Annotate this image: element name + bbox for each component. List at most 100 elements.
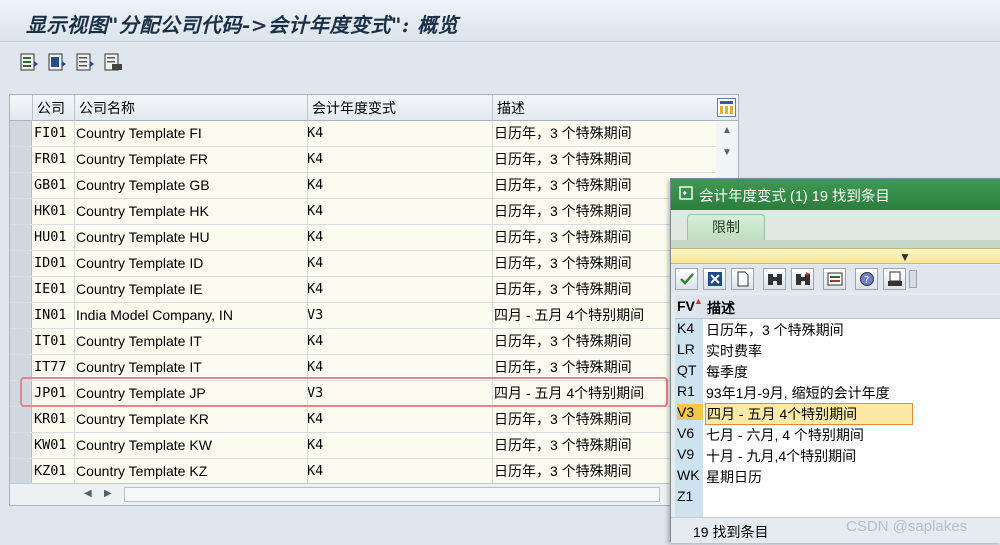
column-header-company[interactable]: 公司	[32, 95, 74, 121]
header-fv[interactable]: FV	[677, 298, 695, 314]
table-details-icon[interactable]	[18, 51, 40, 73]
cell-fiscal-year-variant[interactable]: K4	[307, 147, 489, 172]
list-item[interactable]: R1 93年1月-9月, 缩短的会计年度	[675, 382, 1000, 403]
list-item[interactable]: K4 日历年，3 个特殊期间	[675, 319, 1000, 340]
confirm-icon[interactable]	[675, 268, 698, 290]
cell-company-name: Country Template HK	[76, 203, 209, 219]
table-row[interactable]: FR01 Country Template FR K4 日历年，3 个特殊期间	[10, 147, 738, 173]
cell-company-name: Country Template IT	[76, 333, 202, 349]
list-item[interactable]: Z1	[675, 487, 1000, 508]
row-selector[interactable]	[10, 173, 32, 198]
variant-description: 星期日历	[706, 469, 762, 485]
cell-fiscal-year-variant[interactable]: K4	[307, 407, 489, 432]
row-selector[interactable]	[10, 199, 32, 224]
table-row[interactable]: KR01 Country Template KR K4 日历年，3 个特殊期间	[10, 407, 738, 433]
row-selector[interactable]	[10, 303, 32, 328]
cell-company-code: IN01	[34, 307, 67, 323]
sort-icon[interactable]: ▲	[694, 296, 703, 306]
cell-description: 日历年，3 个特殊期间	[494, 151, 632, 167]
popup-list-header: FV ▲ 描述	[675, 295, 1000, 319]
svg-text:?: ?	[864, 275, 869, 286]
list-item[interactable]: V6 七月 - 六月, 4 个特别期间	[675, 424, 1000, 445]
list-item[interactable]: V9 十月 - 九月,4个特别期间	[675, 445, 1000, 466]
cell-company-name: Country Template GB	[76, 177, 210, 193]
restriction-toggle-bar[interactable]: ▼	[671, 248, 1000, 264]
print-list-icon[interactable]	[102, 51, 124, 73]
binoculars-next-icon[interactable]	[791, 268, 814, 290]
table-row[interactable]: IN01 India Model Company, IN V3 四月 - 五月 4个特…	[10, 303, 738, 329]
cell-fiscal-year-variant[interactable]: K4	[307, 329, 489, 354]
variant-key: LR	[677, 341, 695, 357]
variant-key: WK	[677, 467, 700, 483]
scroll-left-icon[interactable]: ◀	[84, 488, 92, 499]
cancel-icon[interactable]	[703, 268, 726, 290]
row-selector[interactable]	[10, 407, 32, 432]
scroll-thumb[interactable]	[124, 487, 660, 502]
table-row[interactable]: ID01 Country Template ID K4 日历年，3 个特殊期间	[10, 251, 738, 277]
cell-fiscal-year-variant[interactable]: K4	[307, 277, 489, 302]
variant-description: 十月 - 九月,4个特别期间	[706, 448, 857, 464]
row-selector[interactable]	[10, 459, 32, 484]
table-row[interactable]: FI01 Country Template FI K4 日历年，3 个特殊期间	[10, 121, 738, 147]
cell-fiscal-year-variant[interactable]: K4	[307, 459, 489, 484]
column-header-description[interactable]: 描述	[492, 95, 716, 121]
table-row[interactable]: KW01 Country Template KW K4 日历年，3 个特殊期间	[10, 433, 738, 459]
cell-fiscal-year-variant[interactable]: K4	[307, 225, 489, 250]
export-icon[interactable]	[823, 268, 846, 290]
tab-restrictions[interactable]: 限制	[687, 214, 765, 240]
cell-fiscal-year-variant[interactable]: K4	[307, 251, 489, 276]
list-item[interactable]: QT 每季度	[675, 361, 1000, 382]
row-selector[interactable]	[10, 225, 32, 250]
column-header-fiscal-year-variant[interactable]: 会计年度变式	[307, 95, 492, 121]
help-icon[interactable]: ?	[855, 268, 878, 290]
row-selector[interactable]	[10, 433, 32, 458]
horizontal-scrollbar[interactable]: ◀ ▶	[10, 483, 738, 505]
row-selector[interactable]	[10, 277, 32, 302]
cell-fiscal-year-variant[interactable]: V3	[307, 303, 489, 328]
variant-key: Z1	[677, 488, 694, 504]
cell-company-name: Country Template FR	[76, 151, 209, 167]
cell-company-name: Country Template IE	[76, 281, 203, 297]
print-icon[interactable]	[883, 268, 906, 290]
cell-company-code: KZ01	[34, 463, 67, 479]
row-selector[interactable]	[10, 121, 32, 146]
cell-fiscal-year-variant[interactable]: K4	[307, 173, 489, 198]
table-row[interactable]: IT01 Country Template IT K4 日历年，3 个特殊期间	[10, 329, 738, 355]
new-document-icon[interactable]	[731, 268, 754, 290]
list-item[interactable]: V3 四月 - 五月 4个特别期间	[675, 403, 1000, 425]
table-row[interactable]: GB01 Country Template GB K4 日历年，3 个特殊期间	[10, 173, 738, 199]
variant-key: QT	[677, 362, 697, 378]
list-item[interactable]: WK 星期日历	[675, 466, 1000, 487]
cell-fiscal-year-variant[interactable]: K4	[307, 199, 489, 224]
list-item[interactable]: LR 实时费率	[675, 340, 1000, 361]
scroll-right-icon[interactable]: ▶	[104, 488, 112, 499]
binoculars-icon[interactable]	[763, 268, 786, 290]
row-selector[interactable]	[10, 147, 32, 172]
cell-company-name: Country Template ID	[76, 255, 204, 271]
table-row[interactable]: KZ01 Country Template KZ K4 日历年，3 个特殊期间	[10, 459, 738, 485]
select-all-icon[interactable]	[46, 51, 68, 73]
cell-company-name: Country Template FI	[76, 125, 202, 141]
cell-fiscal-year-variant[interactable]: K4	[307, 121, 489, 146]
table-row[interactable]: HK01 Country Template HK K4 日历年，3 个特殊期间	[10, 199, 738, 225]
variant-description: 每季度	[706, 364, 748, 380]
popup-status: 19 找到条目	[693, 524, 769, 540]
funnel-icon[interactable]: ▼	[899, 250, 911, 264]
column-settings-icon[interactable]	[717, 98, 736, 117]
column-header-company-name[interactable]: 公司名称	[74, 95, 307, 121]
cell-company-name: Country Template KW	[76, 437, 212, 453]
cell-fiscal-year-variant[interactable]: K4	[307, 433, 489, 458]
row-selector[interactable]	[10, 329, 32, 354]
row-selector[interactable]	[10, 251, 32, 276]
toolbar-more-icon[interactable]	[909, 270, 917, 288]
header-description[interactable]: 描述	[707, 298, 735, 318]
scroll-down-icon[interactable]: ▼	[722, 147, 732, 158]
window-title: 显示视图"分配公司代码->会计年度变式": 概览	[26, 13, 459, 37]
table-row[interactable]: IE01 Country Template IE K4 日历年，3 个特殊期间	[10, 277, 738, 303]
deselect-all-icon[interactable]	[74, 51, 96, 73]
table-row[interactable]: HU01 Country Template HU K4 日历年，3 个特殊期间	[10, 225, 738, 251]
variant-description: 实时费率	[706, 343, 762, 359]
variant-key: K4	[677, 320, 695, 336]
scroll-up-icon[interactable]: ▲	[722, 125, 732, 136]
variant-description: 93年1月-9月, 缩短的会计年度	[706, 385, 890, 401]
